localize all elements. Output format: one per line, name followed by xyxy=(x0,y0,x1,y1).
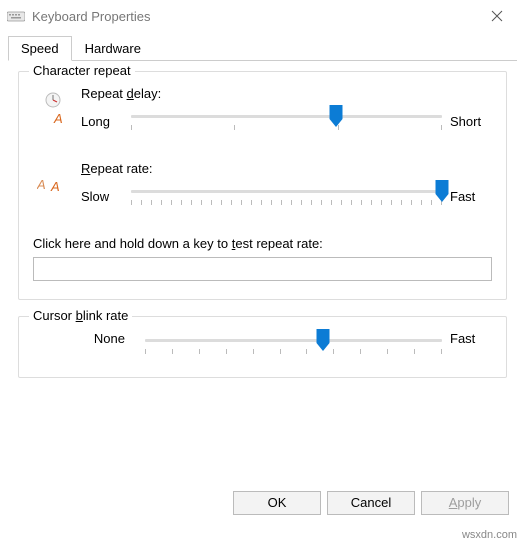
svg-text:A: A xyxy=(37,177,46,192)
repeat-rate-icon: A A xyxy=(33,161,81,195)
cursor-blink-slider[interactable] xyxy=(145,331,442,359)
ok-button[interactable]: OK xyxy=(233,491,321,515)
repeat-delay-thumb[interactable] xyxy=(330,105,343,127)
cursor-blink-max-label: Fast xyxy=(444,331,492,346)
cursor-blink-thumb[interactable] xyxy=(317,329,330,351)
repeat-delay-min-label: Long xyxy=(81,114,129,129)
test-repeat-label: Click here and hold down a key to test r… xyxy=(33,236,492,251)
cursor-blink-min-label: None xyxy=(33,331,143,346)
dialog-buttons: OK Cancel Apply xyxy=(0,491,525,515)
apply-button[interactable]: Apply xyxy=(421,491,509,515)
repeat-delay-row: A Repeat delay: Long xyxy=(33,86,492,135)
tabs: Speed Hardware Character repeat A xyxy=(0,32,525,378)
cursor-blink-legend: Cursor blink rate xyxy=(29,308,132,323)
cursor-blink-group: Cursor blink rate None Fast xyxy=(18,316,507,378)
test-repeat-input[interactable] xyxy=(33,257,492,281)
repeat-rate-max-label: Fast xyxy=(444,189,492,204)
repeat-rate-min-label: Slow xyxy=(81,189,129,204)
test-repeat-row: Click here and hold down a key to test r… xyxy=(33,236,492,281)
svg-text:A: A xyxy=(50,179,60,194)
watermark: wsxdn.com xyxy=(462,529,517,541)
character-repeat-legend: Character repeat xyxy=(29,63,135,78)
title-bar: Keyboard Properties xyxy=(0,0,525,32)
character-repeat-group: Character repeat A Repeat delay: xyxy=(18,71,507,300)
repeat-rate-label: Repeat rate: xyxy=(81,161,492,176)
repeat-delay-slider[interactable] xyxy=(131,107,442,135)
tab-panel-speed: Character repeat A Repeat delay: xyxy=(8,61,517,378)
repeat-rate-thumb[interactable] xyxy=(436,180,449,202)
tab-hardware[interactable]: Hardware xyxy=(72,36,154,61)
repeat-delay-label: Repeat delay: xyxy=(81,86,492,101)
repeat-rate-row: A A Repeat rate: Slow xyxy=(33,161,492,210)
keyboard-icon xyxy=(6,8,26,24)
repeat-delay-max-label: Short xyxy=(444,114,492,129)
close-button[interactable] xyxy=(475,2,519,30)
svg-text:A: A xyxy=(53,111,63,126)
window-title: Keyboard Properties xyxy=(32,9,475,24)
tab-speed[interactable]: Speed xyxy=(8,36,72,61)
repeat-delay-icon: A xyxy=(33,86,81,126)
repeat-rate-slider[interactable] xyxy=(131,182,442,210)
cancel-button[interactable]: Cancel xyxy=(327,491,415,515)
